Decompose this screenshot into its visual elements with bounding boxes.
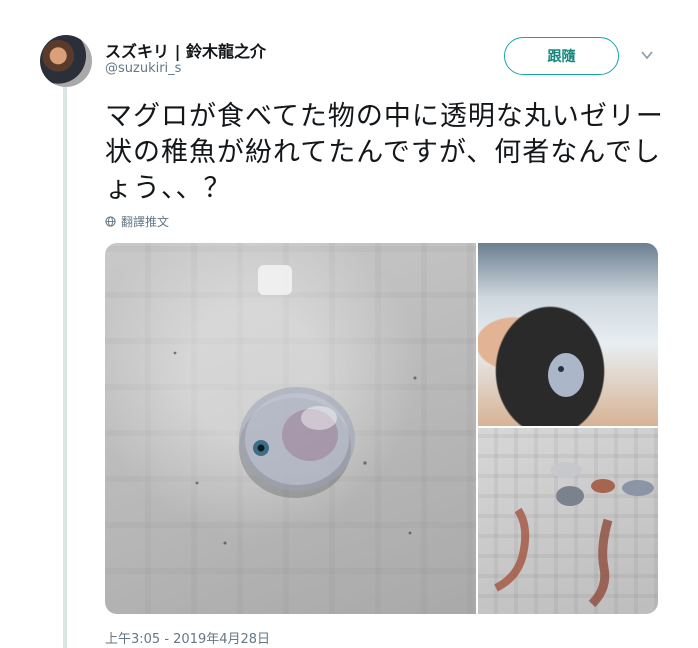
translate-tweet-link[interactable]: 翻譯推文	[105, 213, 169, 230]
thread-line	[63, 86, 67, 648]
tweet-text: マグロが食べてた物の中に透明な丸いゼリー状の稚魚が紛れてたんですが、何者なんでし…	[105, 101, 664, 204]
user-handle[interactable]: @suzukiri_s	[105, 61, 181, 76]
translate-label: 翻譯推文	[121, 215, 170, 229]
stomach-contents-illustration	[494, 462, 654, 608]
display-name[interactable]: スズキリ | 鈴木龍之介	[105, 38, 266, 62]
follow-button[interactable]: 跟隨	[504, 37, 619, 75]
jelly-larva-illustration	[173, 265, 417, 545]
globe-icon	[105, 216, 116, 227]
photo-jelly-larva[interactable]	[105, 243, 476, 614]
chevron-down-icon[interactable]	[640, 48, 654, 62]
media-grid	[105, 243, 658, 614]
photo-larva-in-hand[interactable]	[478, 243, 658, 426]
tweet-timestamp[interactable]: 上午3:05 - 2019年4月28日	[105, 628, 270, 647]
avatar[interactable]	[40, 35, 92, 87]
larva-in-hand-illustration	[548, 353, 584, 397]
photo-stomach-contents[interactable]	[478, 428, 658, 614]
